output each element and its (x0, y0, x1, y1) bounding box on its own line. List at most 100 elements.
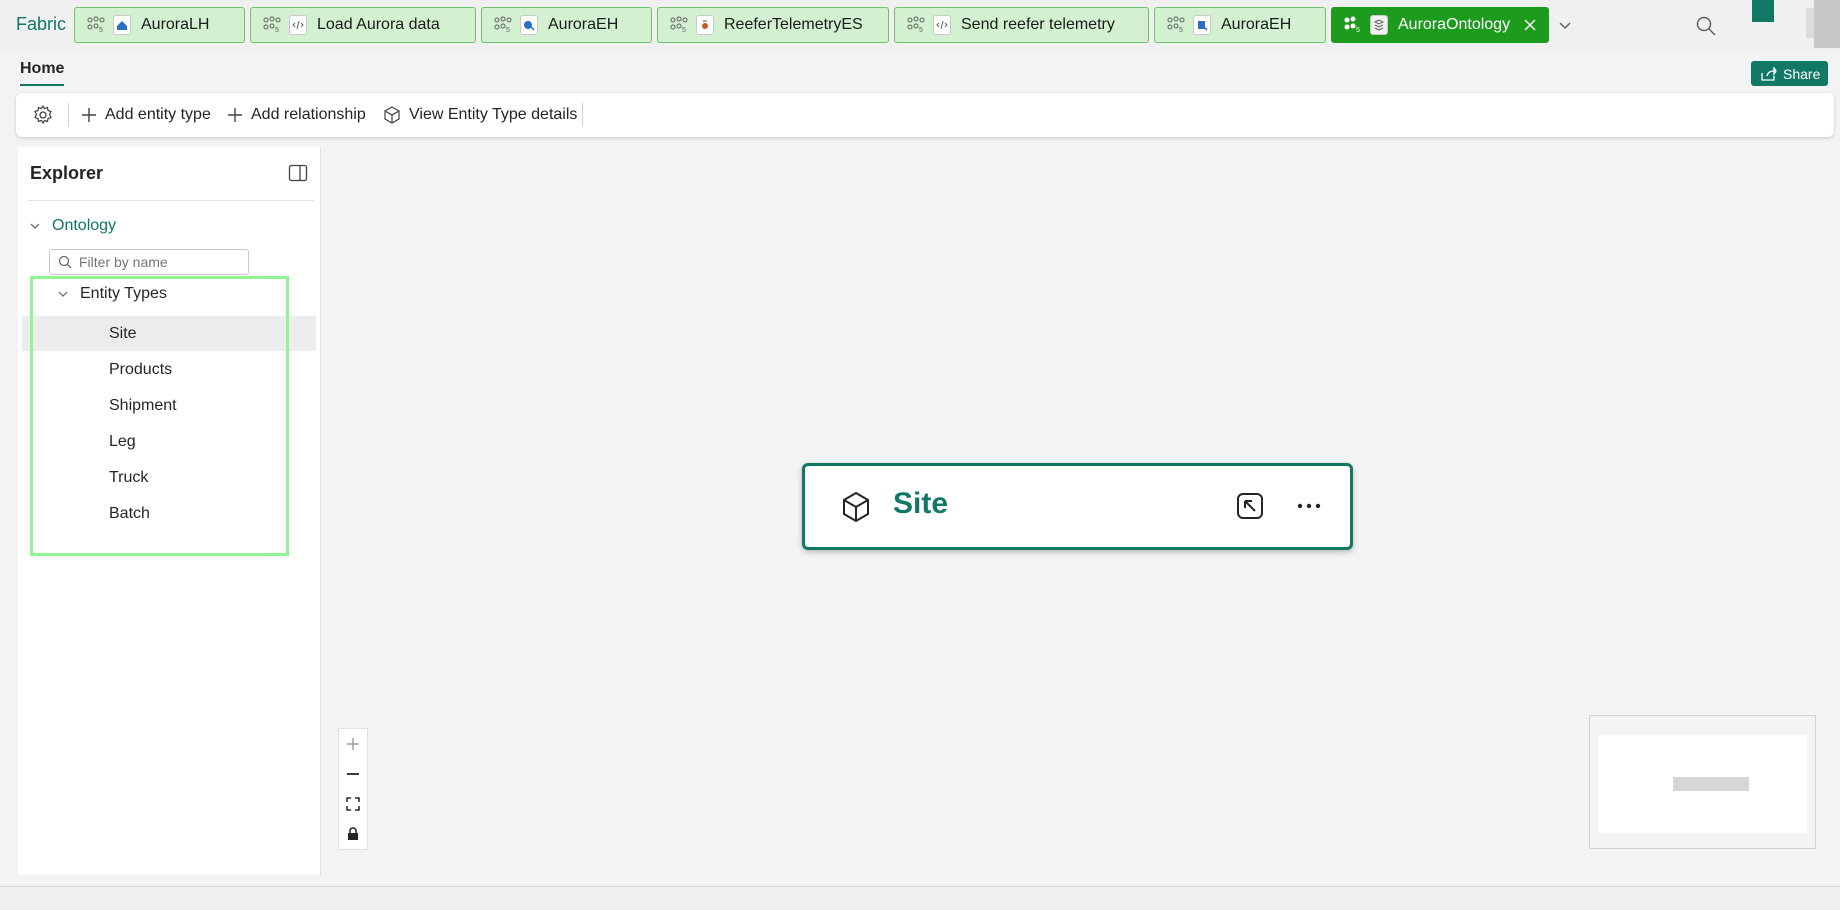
add-relationship-button[interactable]: Add relationship (226, 103, 366, 127)
fit-view-button[interactable] (339, 789, 367, 819)
zoom-out-button[interactable] (339, 759, 367, 789)
eventstream-icon (696, 15, 714, 35)
top-bar: Fabric 5 AuroraLH 5 Load Aurora data 5 A… (0, 0, 1840, 52)
brand-name[interactable]: Fabric (16, 14, 66, 35)
entity-item-leg[interactable]: Leg (22, 424, 316, 459)
tab-auroraontology[interactable]: 5 AuroraOntology (1331, 7, 1549, 43)
ontology-label: Ontology (52, 217, 117, 234)
view-entity-type-details-button[interactable]: View Entity Type details (382, 103, 577, 127)
more-options-icon[interactable] (1295, 496, 1323, 516)
eventhouse-icon (520, 15, 538, 35)
tab-home-underline (20, 84, 64, 86)
entity-item-batch[interactable]: Batch (22, 496, 316, 531)
zoom-controls (338, 728, 368, 850)
explorer-title: Explorer (30, 163, 104, 183)
workspace-icon: 5 (87, 16, 105, 34)
tab-auroraeh-1[interactable]: 5 AuroraEH (481, 7, 652, 43)
minimap-node (1673, 777, 1749, 791)
plus-icon (228, 108, 242, 122)
panel-divider[interactable] (320, 147, 321, 875)
tab-label: Load Aurora data (317, 16, 440, 33)
share-button[interactable]: Share (1751, 61, 1828, 86)
svg-text:5: 5 (919, 27, 923, 34)
fit-view-icon (346, 797, 360, 811)
entity-item-truck[interactable]: Truck (22, 460, 316, 495)
entity-item-label: Site (109, 324, 137, 342)
workspace-icon: 5 (263, 16, 281, 34)
notebook-icon (933, 15, 951, 35)
plus-icon (347, 738, 359, 750)
search-icon[interactable] (1695, 15, 1717, 37)
plus-icon (82, 108, 96, 122)
workspace-icon: 5 (1167, 16, 1185, 34)
toolbar-separator (68, 103, 69, 127)
filter-input[interactable] (79, 254, 239, 270)
share-label: Share (1783, 65, 1821, 82)
workspace-icon: 5 (494, 16, 512, 34)
window-control-edge (1814, 0, 1840, 48)
workspace-icon: 5 (670, 16, 688, 34)
close-icon[interactable] (1522, 17, 1538, 33)
filter-field[interactable] (49, 249, 249, 275)
tab-auroraeh-2[interactable]: 5 AuroraEH (1154, 7, 1326, 43)
entity-node-site[interactable]: Site (802, 463, 1353, 550)
cube-icon (843, 491, 869, 523)
entity-item-label: Products (109, 360, 173, 378)
tab-auroralh[interactable]: 5 AuroraLH (74, 7, 245, 43)
workspace-icon: 5 (907, 16, 925, 34)
ribbon-toolbar: Add entity type Add relationship View En… (16, 93, 1834, 137)
search-icon (58, 255, 72, 269)
chevron-down-icon[interactable] (1556, 16, 1574, 34)
entity-item-products[interactable]: Products (22, 352, 316, 387)
tab-label: AuroraEH (1221, 16, 1292, 33)
tab-send-reefer-telemetry[interactable]: 5 Send reefer telemetry (894, 7, 1149, 43)
minimap-viewport (1598, 735, 1807, 833)
eventhouse-icon (1193, 15, 1211, 35)
tab-label: AuroraOntology (1398, 16, 1511, 33)
entity-item-site[interactable]: Site (22, 316, 316, 351)
entity-item-label: Batch (109, 504, 150, 522)
svg-text:5: 5 (506, 27, 510, 34)
tab-load-aurora-data[interactable]: 5 Load Aurora data (250, 7, 476, 43)
tab-reefertelemetryes[interactable]: 5 ReeferTelemetryES (657, 7, 889, 43)
lock-button[interactable] (339, 819, 367, 849)
entity-item-shipment[interactable]: Shipment (22, 388, 316, 423)
entity-types-label: Entity Types (80, 285, 167, 302)
account-indicator[interactable] (1752, 0, 1774, 22)
svg-text:5: 5 (682, 27, 686, 34)
notebook-icon (289, 15, 307, 35)
settings-button[interactable] (32, 103, 54, 127)
tab-home[interactable]: Home (20, 60, 64, 78)
tab-label: Send reefer telemetry (961, 16, 1115, 33)
tab-label: AuroraEH (548, 16, 619, 33)
cube-icon (384, 106, 400, 124)
svg-text:5: 5 (1179, 27, 1183, 34)
ontology-icon (1370, 15, 1388, 35)
add-entity-type-label: Add entity type (105, 106, 211, 123)
add-entity-type-button[interactable]: Add entity type (80, 103, 211, 127)
panel-collapse-icon[interactable] (288, 164, 308, 182)
explorer-panel: Explorer Ontology Entity Types Site Prod… (18, 147, 320, 875)
zoom-in-button[interactable] (339, 729, 367, 759)
status-bar (0, 886, 1840, 910)
node-title: Site (893, 487, 949, 520)
view-details-label: View Entity Type details (409, 106, 578, 123)
lock-icon (348, 827, 358, 840)
chevron-down-icon (58, 291, 68, 297)
tree-node-entity-types[interactable]: Entity Types (56, 285, 167, 303)
lakehouse-icon (113, 15, 131, 35)
entity-item-label: Shipment (109, 396, 177, 414)
svg-text:5: 5 (99, 27, 103, 34)
svg-text:5: 5 (1356, 27, 1360, 34)
minimap[interactable] (1589, 715, 1816, 849)
gear-icon (34, 104, 52, 125)
share-icon (1761, 66, 1777, 81)
tree-node-ontology[interactable]: Ontology (28, 217, 116, 235)
toolbar-separator (582, 103, 583, 127)
tab-label: AuroraLH (141, 16, 210, 33)
open-details-icon[interactable] (1235, 491, 1265, 521)
add-relationship-label: Add relationship (251, 106, 366, 123)
tab-label: ReeferTelemetryES (724, 16, 863, 33)
entity-item-label: Truck (109, 468, 149, 486)
minus-icon (347, 773, 359, 775)
